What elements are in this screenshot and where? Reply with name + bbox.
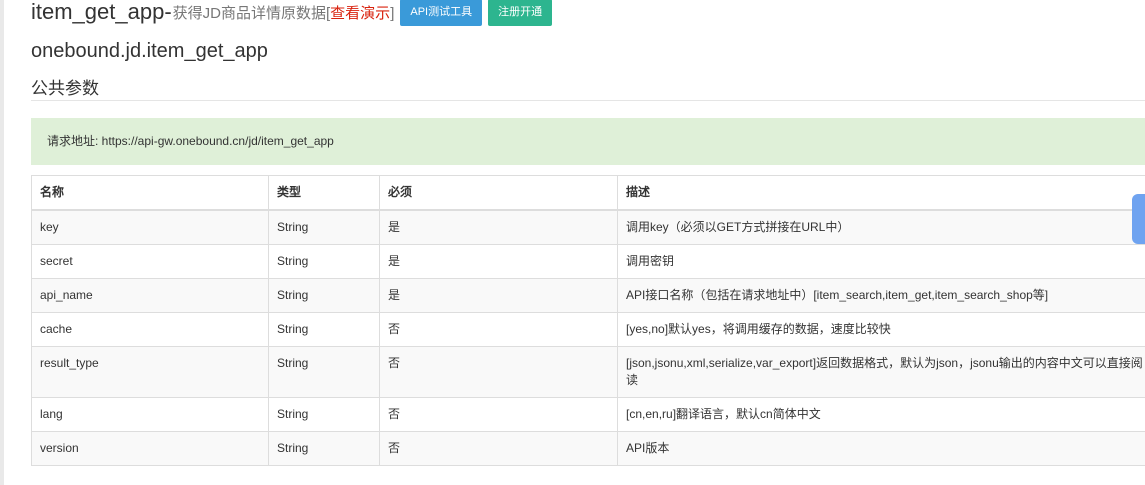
table-row: lang String 否 [cn,en,ru]翻译语言，默认cn简体中文 bbox=[31, 397, 1145, 432]
column-header-description: 描述 bbox=[617, 175, 1145, 211]
request-url-alert: 请求地址: https://api-gw.onebound.cn/jd/item… bbox=[31, 118, 1145, 165]
floating-side-tab[interactable] bbox=[1132, 194, 1145, 244]
view-demo-label: 查看演示 bbox=[330, 4, 391, 22]
params-table: 名称 类型 必须 描述 key String 是 调用key（必须以GET方式拼… bbox=[31, 175, 1145, 466]
param-type: String bbox=[268, 278, 380, 313]
page-header: item_get_app- 获得JD商品详情原数据 [查看演示] API测试工具… bbox=[31, 0, 553, 28]
param-required: 否 bbox=[379, 431, 618, 466]
param-name: result_type bbox=[31, 346, 269, 398]
param-description: API版本 bbox=[617, 431, 1145, 466]
param-description: [json,jsonu,xml,serialize,var_export]返回数… bbox=[617, 346, 1145, 398]
param-type: String bbox=[268, 397, 380, 432]
table-row: key String 是 调用key（必须以GET方式拼接在URL中） bbox=[31, 209, 1145, 245]
param-name: secret bbox=[31, 244, 269, 279]
param-name: api_name bbox=[31, 278, 269, 313]
param-required: 否 bbox=[379, 346, 618, 398]
table-row: secret String 是 调用密钥 bbox=[31, 244, 1145, 279]
param-type: String bbox=[268, 244, 380, 279]
table-row: api_name String 是 API接口名称（包括在请求地址中）[item… bbox=[31, 278, 1145, 313]
page-subtitle: 获得JD商品详情原数据 bbox=[172, 4, 326, 22]
api-method-name: onebound.jd.item_get_app bbox=[31, 40, 268, 62]
param-required: 是 bbox=[379, 244, 618, 279]
column-header-name: 名称 bbox=[31, 175, 269, 211]
api-test-tool-button[interactable]: API测试工具 bbox=[400, 0, 483, 26]
param-type: String bbox=[268, 209, 380, 245]
param-type: String bbox=[268, 431, 380, 466]
param-description: 调用key（必须以GET方式拼接在URL中） bbox=[617, 209, 1145, 245]
table-row: version String 否 API版本 bbox=[31, 431, 1145, 466]
param-required: 否 bbox=[379, 397, 618, 432]
table-row: cache String 否 [yes,no]默认yes，将调用缓存的数据，速度… bbox=[31, 312, 1145, 347]
table-header-row: 名称 类型 必须 描述 bbox=[31, 175, 1145, 211]
param-name: key bbox=[31, 209, 269, 245]
param-name: lang bbox=[31, 397, 269, 432]
param-description: [cn,en,ru]翻译语言，默认cn简体中文 bbox=[617, 397, 1145, 432]
param-type: String bbox=[268, 346, 380, 398]
param-type: String bbox=[268, 312, 380, 347]
param-required: 是 bbox=[379, 209, 618, 245]
param-name: cache bbox=[31, 312, 269, 347]
section-title-common-params: 公共参数 bbox=[31, 79, 99, 98]
section-divider bbox=[31, 100, 1145, 101]
param-name: version bbox=[31, 431, 269, 466]
param-required: 否 bbox=[379, 312, 618, 347]
param-description: [yes,no]默认yes，将调用缓存的数据，速度比较快 bbox=[617, 312, 1145, 347]
register-button[interactable]: 注册开通 bbox=[488, 0, 553, 26]
param-description: API接口名称（包括在请求地址中）[item_search,item_get,i… bbox=[617, 278, 1145, 313]
table-row: result_type String 否 [json,jsonu,xml,ser… bbox=[31, 346, 1145, 398]
column-header-required: 必须 bbox=[379, 175, 618, 211]
param-description: 调用密钥 bbox=[617, 244, 1145, 279]
view-demo-link[interactable]: [查看演示] bbox=[326, 2, 394, 23]
column-header-type: 类型 bbox=[268, 175, 380, 211]
page-left-border bbox=[0, 0, 4, 485]
page-title: item_get_app- bbox=[31, 0, 172, 24]
param-required: 是 bbox=[379, 278, 618, 313]
demo-bracket-close: ] bbox=[390, 4, 395, 22]
